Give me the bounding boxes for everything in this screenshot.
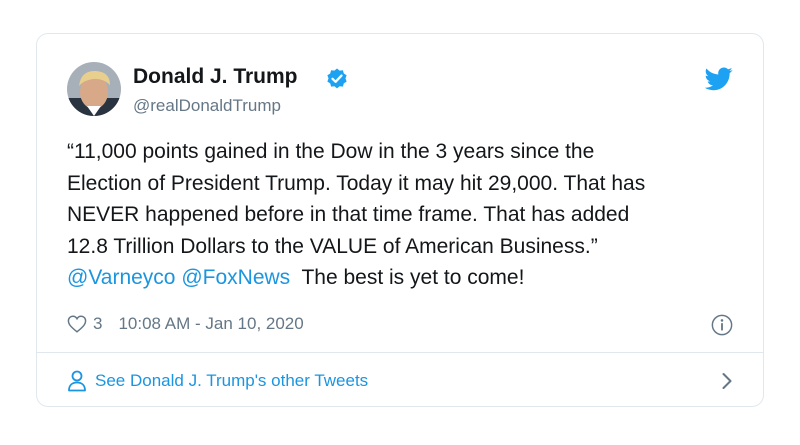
author-handle[interactable]: @realDonaldTrump	[133, 96, 281, 116]
tweet-meta: 3 10:08 AM - Jan 10, 2020	[67, 312, 304, 336]
heart-icon[interactable]	[67, 315, 87, 333]
mention-link-varneyco[interactable]: @Varneyco	[67, 266, 175, 289]
see-other-tweets-link[interactable]: See Donald J. Trump's other Tweets	[67, 353, 733, 408]
tweet-text: “11,000 points gained in the Dow in the …	[67, 136, 737, 294]
see-other-tweets-label: See Donald J. Trump's other Tweets	[95, 370, 369, 390]
chevron-right-icon	[722, 372, 732, 389]
avatar[interactable]	[67, 62, 121, 116]
tweet-text-line: @Varneyco @FoxNews The best is yet to co…	[67, 262, 737, 294]
person-icon	[68, 370, 86, 391]
mention-link-foxnews[interactable]: @FoxNews	[181, 266, 290, 289]
tweet-timestamp[interactable]: 10:08 AM - Jan 10, 2020	[118, 314, 303, 334]
tweet-text-line: 12.8 Trillion Dollars to the VALUE of Am…	[67, 234, 598, 258]
tweet-text-tail: The best is yet to come!	[301, 266, 525, 289]
twitter-bird-icon[interactable]	[705, 67, 733, 91]
author-display-name[interactable]: Donald J. Trump	[133, 65, 298, 89]
tweet-text-line: NEVER happened before in that time frame…	[67, 203, 630, 226]
tweet-card: Donald J. Trump @realDonaldTrump “11,000…	[36, 33, 764, 407]
info-icon[interactable]	[711, 314, 733, 336]
tweet-text-line: Election of President Trump. Today it ma…	[67, 171, 646, 195]
tweet-text-line: “11,000 points gained in the Dow in the …	[67, 140, 595, 163]
like-count: 3	[93, 314, 103, 333]
verified-badge-icon	[327, 68, 347, 89]
